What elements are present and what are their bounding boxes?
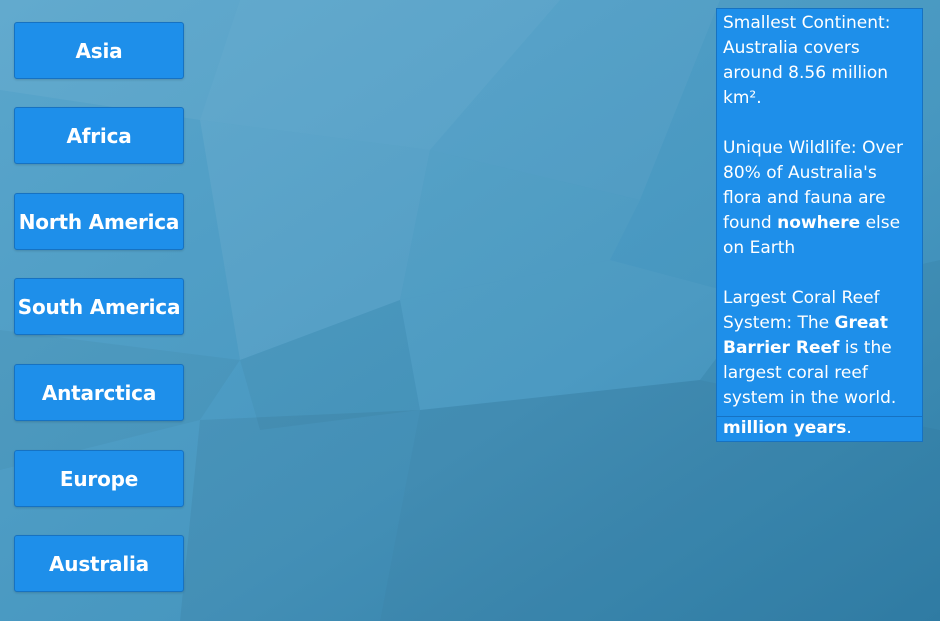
continent-button-south-america[interactable]: South America bbox=[14, 278, 184, 335]
continent-button-asia[interactable]: Asia bbox=[14, 22, 184, 79]
continent-button-europe[interactable]: Europe bbox=[14, 450, 184, 507]
info-panel[interactable]: Smallest Continent: Australia covers aro… bbox=[716, 8, 923, 417]
fact-coral-reef: Largest Coral Reef System: The Great Bar… bbox=[723, 286, 916, 411]
fact-smallest-continent: Smallest Continent: Australia covers aro… bbox=[723, 13, 891, 108]
continent-button-antarctica[interactable]: Antarctica bbox=[14, 364, 184, 421]
continent-button-africa[interactable]: Africa bbox=[14, 107, 184, 164]
fact-unique-wildlife-emphasis: nowhere bbox=[777, 213, 861, 233]
overflow-emphasis: million years bbox=[723, 418, 847, 438]
overflow-tail: . bbox=[846, 418, 852, 438]
continent-button-australia[interactable]: Australia bbox=[14, 535, 184, 592]
continent-button-north-america[interactable]: North America bbox=[14, 193, 184, 250]
fact-unique-wildlife: Unique Wildlife: Over 80% of Australia's… bbox=[723, 136, 916, 261]
info-panel-overflow-text: million years. bbox=[716, 416, 923, 442]
